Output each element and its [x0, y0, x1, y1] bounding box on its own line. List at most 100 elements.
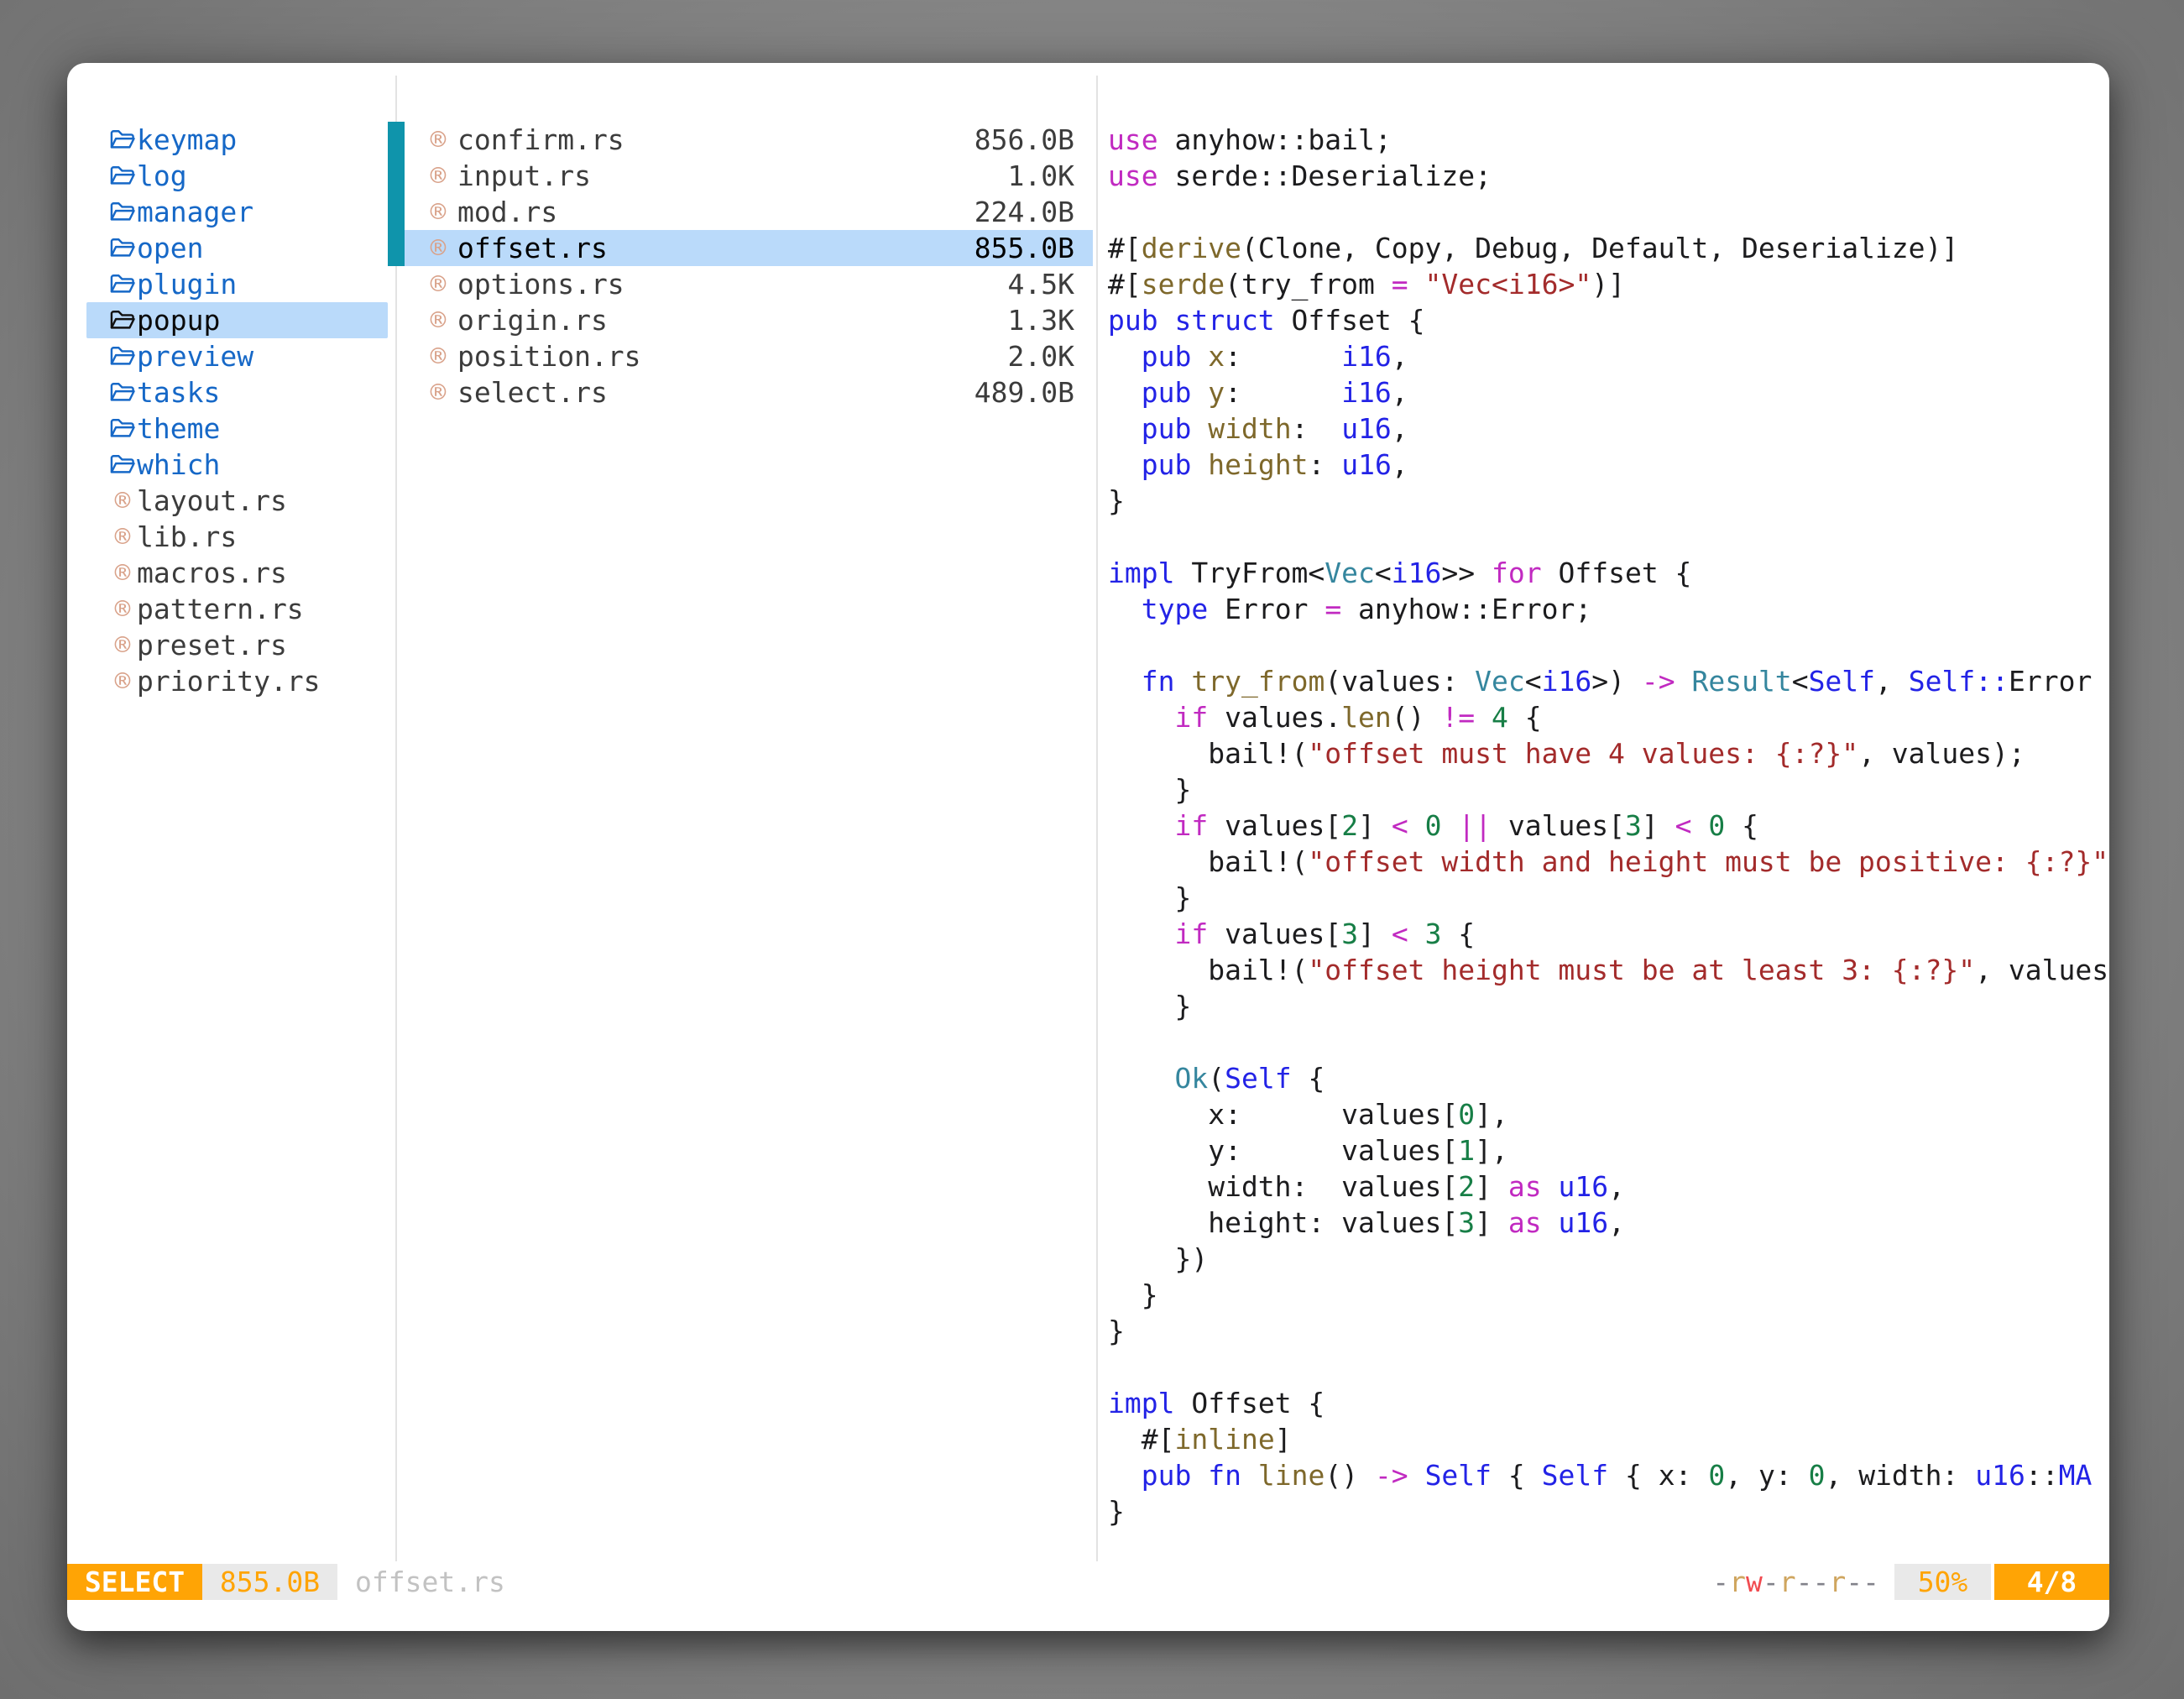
code-token: [1108, 1062, 1174, 1095]
code-token: x: [1208, 340, 1225, 373]
code-line-21: }: [1108, 880, 2109, 916]
code-token: 3: [1458, 1206, 1475, 1239]
code-token: i16: [1542, 665, 1592, 698]
code-token: {: [1492, 1459, 1542, 1492]
code-token: for: [1492, 557, 1542, 589]
code-line-28: y: values[1],: [1108, 1132, 2109, 1168]
file-row-mod-rs[interactable]: ®mod.rs224.0B: [388, 194, 1093, 230]
code-token: 2: [1458, 1170, 1475, 1203]
code-token: (try_from: [1225, 268, 1392, 301]
sidebar-item-layout-rs[interactable]: ®layout.rs: [86, 483, 388, 519]
code-token: (: [1208, 1062, 1225, 1095]
sidebar-item-manager[interactable]: manager: [86, 194, 388, 230]
code-line-22: if values[3] < 3 {: [1108, 916, 2109, 952]
code-token: u16: [1341, 448, 1392, 481]
code-token: Self: [1425, 1459, 1492, 1492]
code-token: }: [1108, 484, 1125, 517]
code-token: as: [1508, 1206, 1542, 1239]
code-token: ]: [1275, 1423, 1292, 1456]
code-token: (): [1392, 701, 1442, 734]
code-token: width: [1208, 412, 1291, 445]
code-token: use: [1108, 123, 1158, 156]
code-token: i16: [1392, 557, 1442, 589]
code-token: [1408, 809, 1425, 842]
file-row-offset-rs[interactable]: ®offset.rs855.0B: [388, 230, 1093, 266]
sidebar-item-keymap[interactable]: keymap: [86, 122, 388, 158]
sidebar-item-label: manager: [137, 196, 253, 228]
sidebar-item-pattern-rs[interactable]: ®pattern.rs: [86, 591, 388, 627]
file-row-select-rs[interactable]: ®select.rs489.0B: [388, 374, 1093, 410]
sidebar-item-log[interactable]: log: [86, 158, 388, 194]
code-token: Error: [2009, 665, 2092, 698]
rust-file-icon: ®: [424, 126, 452, 154]
code-token: "offset must have 4 values: {:?}": [1308, 737, 1858, 770]
code-line-26: Ok(Self {: [1108, 1060, 2109, 1096]
code-token: bail!(: [1108, 737, 1308, 770]
code-token: 2: [1341, 809, 1358, 842]
code-token: Offset {: [1174, 1387, 1325, 1419]
code-line-18: }: [1108, 771, 2109, 808]
code-token: pub: [1142, 376, 1192, 409]
file-row-position-rs[interactable]: ®position.rs2.0K: [388, 338, 1093, 374]
scroll-percent-badge: 50%: [1894, 1564, 1991, 1600]
code-token: <: [1525, 665, 1542, 698]
folder-open-icon: [108, 306, 137, 335]
code-token: ,: [1875, 665, 1909, 698]
file-row-input-rs[interactable]: ®input.rs1.0K: [388, 158, 1093, 194]
sidebar-item-tasks[interactable]: tasks: [86, 374, 388, 410]
code-token: [1408, 1459, 1425, 1492]
rust-file-icon: ®: [108, 667, 137, 696]
code-token: pub struct: [1108, 304, 1275, 337]
code-line-23: bail!("offset height must be at least 3:…: [1108, 952, 2109, 988]
file-row-confirm-rs[interactable]: ®confirm.rs856.0B: [388, 122, 1093, 158]
code-token: <: [1392, 809, 1408, 842]
code-token: u16: [1341, 412, 1392, 445]
sidebar-item-plugin[interactable]: plugin: [86, 266, 388, 302]
selection-marker-empty: [388, 302, 405, 338]
permission-char: r: [1779, 1566, 1796, 1598]
code-token: }: [1108, 773, 1191, 806]
file-row-options-rs[interactable]: ®options.rs4.5K: [388, 266, 1093, 302]
file-size: 856.0B: [974, 123, 1074, 156]
code-token: { x:: [1608, 1459, 1708, 1492]
code-token: ,: [1392, 340, 1408, 373]
code-token: , width:: [1825, 1459, 1975, 1492]
sidebar-item-label: macros.rs: [137, 557, 287, 589]
code-line-17: bail!("offset must have 4 values: {:?}",…: [1108, 735, 2109, 771]
code-token: "Vec<i16>": [1425, 268, 1592, 301]
code-token: =: [1325, 593, 1341, 625]
status-bar-right: -rw-r--r-- 50% 4/8: [1712, 1564, 2109, 1600]
sidebar-item-theme[interactable]: theme: [86, 410, 388, 447]
code-token: , values);: [1975, 954, 2109, 986]
sidebar-item-priority-rs[interactable]: ®priority.rs: [86, 663, 388, 699]
code-token: )]: [1591, 268, 1625, 301]
sidebar-item-open[interactable]: open: [86, 230, 388, 266]
code-token: [1241, 1459, 1258, 1492]
code-token: ]: [1475, 1206, 1508, 1239]
code-token: Self: [1225, 1062, 1291, 1095]
sidebar-item-lib-rs[interactable]: ®lib.rs: [86, 519, 388, 555]
sidebar-item-which[interactable]: which: [86, 447, 388, 483]
code-token: MA: [2059, 1459, 2093, 1492]
permission-char: r: [1729, 1566, 1746, 1598]
code-line-34: [1108, 1349, 2109, 1385]
pane-divider-right: [1096, 76, 1098, 1561]
sidebar-item-macros-rs[interactable]: ®macros.rs: [86, 555, 388, 591]
code-token: pub: [1142, 448, 1192, 481]
sidebar-item-preview[interactable]: preview: [86, 338, 388, 374]
code-token: anyhow::bail;: [1158, 123, 1392, 156]
code-token: 0: [1809, 1459, 1826, 1492]
code-token: [1108, 665, 1142, 698]
sidebar-item-preset-rs[interactable]: ®preset.rs: [86, 627, 388, 663]
code-token: "offset width and height must be positiv…: [1308, 845, 2108, 878]
file-row-origin-rs[interactable]: ®origin.rs1.3K: [388, 302, 1093, 338]
file-row-content: ®select.rs489.0B: [405, 374, 1093, 410]
sidebar-item-popup[interactable]: popup: [86, 302, 388, 338]
file-size: 1.3K: [1008, 304, 1074, 337]
folder-open-icon: [108, 270, 137, 299]
code-token: impl: [1108, 557, 1174, 589]
code-token: [1108, 412, 1142, 445]
code-token: derive: [1142, 232, 1241, 264]
code-token: values.: [1208, 701, 1341, 734]
code-token: Result: [1691, 665, 1791, 698]
